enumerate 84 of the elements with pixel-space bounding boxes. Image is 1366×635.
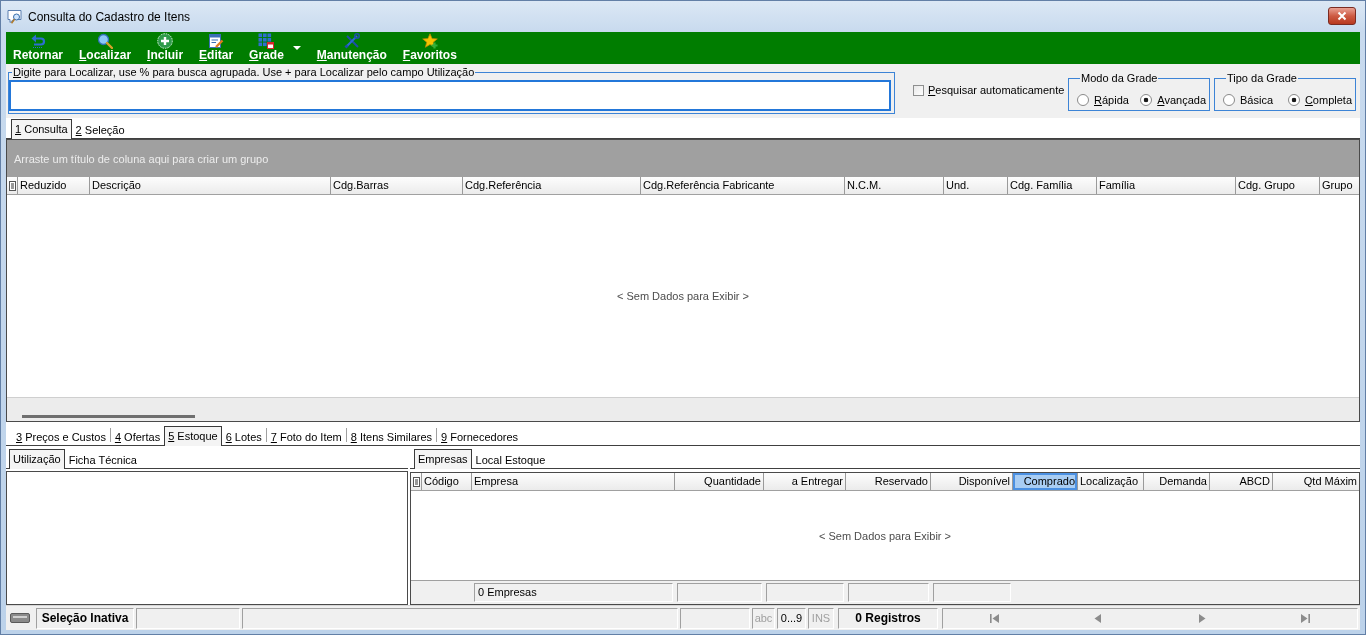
group-by-hint: Arraste um título de coluna aqui para criar um grupo: [14, 152, 269, 165]
list-icon: [8, 180, 16, 191]
radio-button[interactable]: [1287, 94, 1300, 106]
tab[interactable]: 7 Foto do Item: [266, 427, 346, 446]
horizontal-scrollbar[interactable]: [7, 397, 1359, 421]
return-arrow-icon: [30, 33, 46, 49]
search-icon: [97, 33, 114, 49]
window-title: Consulta do Cadastro de Itens: [28, 10, 191, 24]
toolbar-button[interactable]: Grade: [246, 32, 304, 64]
radio-button[interactable]: [1077, 94, 1089, 106]
tab[interactable]: 9 Fornecedores: [437, 427, 523, 446]
grid-icon: [258, 33, 275, 49]
selection-status: Seleção Inativa: [36, 607, 134, 629]
column-header[interactable]: Cdg.Barras: [331, 177, 463, 194]
list-icon: [412, 476, 420, 487]
column-header[interactable]: Quantidade: [675, 473, 764, 490]
tools-icon: [343, 33, 360, 49]
empty-message: < Sem Dados para Exibir >: [818, 529, 952, 542]
radio-button[interactable]: [1140, 94, 1153, 106]
close-button[interactable]: [1328, 7, 1356, 25]
toolbar-button[interactable]: Incluir: [144, 32, 187, 64]
toolbar-button[interactable]: Favoritos: [399, 32, 460, 64]
tab[interactable]: Utilização: [9, 449, 65, 469]
radio-label[interactable]: Avançada: [1157, 93, 1206, 107]
column-header[interactable]: Empresa: [472, 473, 675, 490]
column-chooser-button[interactable]: [7, 177, 18, 194]
toolbar-button[interactable]: Manutenção: [313, 32, 390, 64]
radio-label[interactable]: Rápida: [1094, 93, 1129, 107]
column-header[interactable]: Família: [1097, 177, 1236, 194]
tab[interactable]: Ficha Técnica: [64, 450, 141, 469]
column-header[interactable]: Reduzido: [18, 177, 90, 194]
column-header[interactable]: Cdg. Família: [1008, 177, 1097, 194]
radio-label[interactable]: Completa: [1304, 93, 1352, 107]
toolbar-button[interactable]: Localizar: [76, 32, 135, 64]
column-header[interactable]: Código: [422, 473, 472, 490]
column-header[interactable]: Descrição: [90, 177, 331, 194]
group-title: Tipo da Grade: [1226, 72, 1298, 85]
status-indicator: abc: [752, 607, 775, 629]
tab[interactable]: 1 Consulta: [11, 119, 72, 139]
column-header[interactable]: Cdg.Referência: [463, 177, 641, 194]
column-header[interactable]: Und.: [944, 177, 1008, 194]
search-field[interactable]: [9, 80, 891, 111]
radio-label[interactable]: Básica: [1240, 93, 1274, 107]
radio-button[interactable]: [1223, 94, 1235, 106]
tab[interactable]: 5 Estoque: [164, 426, 222, 446]
tab[interactable]: 6 Lotes: [221, 427, 266, 446]
checkbox-label[interactable]: Pesquisar automaticamente: [928, 83, 1065, 97]
column-header[interactable]: Comprado: [1013, 473, 1078, 490]
column-header[interactable]: Demanda: [1144, 473, 1210, 490]
status-indicator: 0...9: [777, 607, 806, 629]
scrollbar-thumb[interactable]: [22, 415, 195, 418]
column-header[interactable]: Qtd Máxim: [1273, 473, 1359, 490]
column-header[interactable]: Grupo: [1320, 177, 1359, 194]
tab[interactable]: 4 Ofertas: [110, 427, 165, 446]
tab[interactable]: 8 Itens Similares: [346, 427, 437, 446]
status-panel: [680, 607, 750, 629]
column-header[interactable]: N.C.M.: [845, 177, 944, 194]
close-icon[interactable]: [1337, 11, 1347, 21]
column-header[interactable]: Cdg. Grupo: [1236, 177, 1320, 194]
column-header[interactable]: ABCD: [1210, 473, 1273, 490]
column-chooser-button[interactable]: [411, 473, 422, 490]
status-indicator: INS: [808, 607, 834, 629]
checkbox[interactable]: [913, 84, 924, 96]
search-label: Digite para Localizar, use % para busca agrupada. Use + para Localizar pelo campo Utilização: [12, 66, 476, 79]
tab[interactable]: 2 Seleção: [71, 120, 129, 139]
toolbar-button[interactable]: Editar: [196, 32, 237, 64]
plus-circle-icon: [157, 33, 174, 49]
empty-message: < Sem Dados para Exibir >: [616, 290, 750, 302]
tab[interactable]: Local Estoque: [471, 450, 550, 469]
column-header[interactable]: Reservado: [846, 473, 931, 490]
toolbar-button[interactable]: Retornar: [10, 32, 66, 64]
keyboard-icon: [10, 613, 30, 623]
summary-cell: 0 Empresas: [474, 583, 673, 602]
tab[interactable]: Empresas: [414, 449, 472, 469]
column-header[interactable]: Localização: [1078, 473, 1144, 490]
speech-bubble-icon: [7, 9, 23, 25]
column-header[interactable]: a Entregar: [764, 473, 846, 490]
group-title: Modo da Grade: [1080, 72, 1159, 85]
star-plus-icon: [421, 33, 438, 49]
tab[interactable]: 3 Preços e Custos: [12, 427, 110, 446]
document-pencil-icon: [208, 33, 225, 49]
record-count: 0 Registros: [838, 607, 938, 629]
caret-icon[interactable]: [292, 46, 301, 50]
column-header[interactable]: Cdg.Referência Fabricante: [641, 177, 845, 194]
